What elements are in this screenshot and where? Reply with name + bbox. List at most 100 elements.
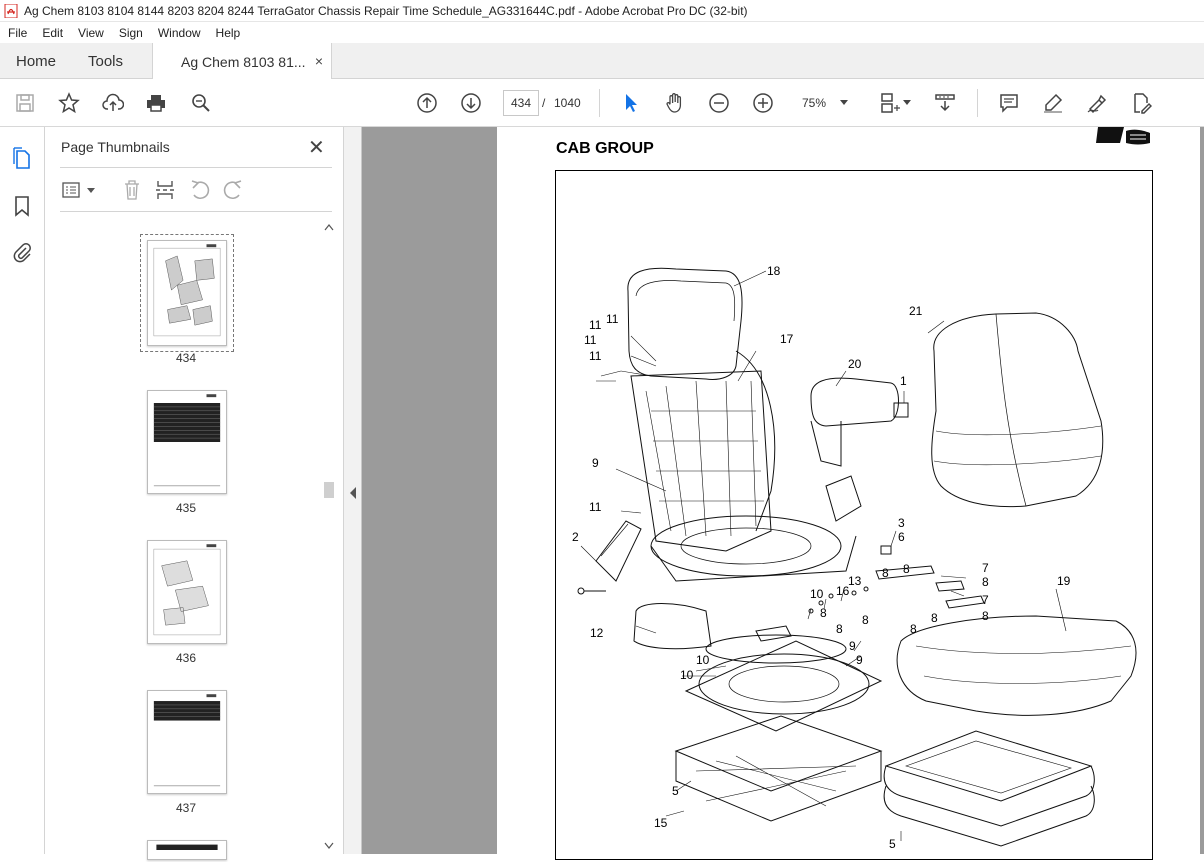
thumbnails-scrollbar-thumb[interactable] xyxy=(324,482,334,498)
tab-document[interactable]: Ag Chem 8103 81... × xyxy=(152,43,332,80)
tab-home[interactable]: Home xyxy=(16,43,56,79)
callout-10: 10 xyxy=(810,587,824,601)
callout-8: 8 xyxy=(836,622,843,636)
attachment-paperclip-icon[interactable] xyxy=(11,241,33,263)
bookmark-star-icon[interactable] xyxy=(55,89,83,117)
zoom-in-icon[interactable] xyxy=(749,89,777,117)
toolbar-divider xyxy=(977,89,978,117)
print-icon[interactable] xyxy=(142,89,170,117)
callout-7: 7 xyxy=(982,593,989,607)
previous-page-icon[interactable] xyxy=(413,89,441,117)
insert-page-icon[interactable] xyxy=(154,179,176,201)
thumbnail-table-page xyxy=(153,394,221,487)
thumbnail-page-number: 436 xyxy=(175,651,197,665)
scroll-down-icon[interactable] xyxy=(324,842,334,850)
next-page-icon[interactable] xyxy=(457,89,485,117)
callout-16: 16 xyxy=(836,584,850,598)
callout-11: 11 xyxy=(589,349,602,363)
draw-sign-icon[interactable] xyxy=(1083,89,1111,117)
seat-exploded-diagram xyxy=(577,267,1137,847)
menu-help[interactable]: Help xyxy=(208,26,248,40)
page-thumbnail-436[interactable] xyxy=(147,540,227,644)
callout-15: 15 xyxy=(654,816,668,830)
callout-6: 6 xyxy=(898,530,905,544)
section-title: CAB GROUP xyxy=(556,140,654,157)
panel-title: Page Thumbnails xyxy=(61,139,170,155)
rotate-clockwise-icon[interactable] xyxy=(222,179,244,201)
toolbar-divider xyxy=(599,89,600,117)
page-thumbnail-partial[interactable] xyxy=(147,840,227,860)
page-thumbnails-icon[interactable] xyxy=(11,147,33,171)
callout-19: 19 xyxy=(1057,574,1071,588)
callout-2: 2 xyxy=(572,530,579,544)
tab-close-button[interactable]: × xyxy=(315,53,323,69)
callout-10: 10 xyxy=(696,653,710,667)
comment-icon[interactable] xyxy=(995,89,1023,117)
callout-3: 3 xyxy=(898,516,905,530)
page-separator: / xyxy=(542,96,546,110)
thumbnail-options-menu-icon[interactable] xyxy=(62,180,98,200)
callout-11: 11 xyxy=(589,500,602,514)
tab-document-label: Ag Chem 8103 81... xyxy=(181,53,306,70)
page-thumbnail-437[interactable] xyxy=(147,690,227,794)
collapse-arrow-icon[interactable] xyxy=(349,487,357,499)
callout-7: 7 xyxy=(982,561,989,575)
zoom-level-dropdown[interactable]: 75% xyxy=(794,90,856,116)
thumbnail-table-page xyxy=(153,694,221,787)
close-icon[interactable]: ✕ xyxy=(308,135,325,160)
panel-divider xyxy=(60,167,332,168)
callout-18: 18 xyxy=(767,264,781,278)
callout-8: 8 xyxy=(903,562,910,576)
callout-8: 8 xyxy=(820,606,827,620)
toolbar xyxy=(0,79,1204,127)
callout-1: 1 xyxy=(900,374,907,388)
thumbnail-page-number: 437 xyxy=(175,801,197,815)
menu-sign[interactable]: Sign xyxy=(111,26,150,40)
page-number-input[interactable]: 434 xyxy=(503,90,539,116)
total-pages: 1040 xyxy=(554,96,581,110)
callout-9: 9 xyxy=(592,456,599,470)
menu-file[interactable]: File xyxy=(0,26,34,40)
fit-page-icon[interactable] xyxy=(876,89,904,117)
window-title: Ag Chem 8103 8104 8144 8203 8204 8244 Te… xyxy=(24,3,748,18)
callout-20: 20 xyxy=(848,357,862,371)
tab-bar: Home Tools Ag Chem 8103 81... × xyxy=(0,43,1204,80)
callout-8: 8 xyxy=(882,566,889,580)
zoom-out-icon[interactable] xyxy=(705,89,733,117)
rotate-counterclockwise-icon[interactable] xyxy=(189,179,211,201)
delete-page-icon[interactable] xyxy=(122,179,142,201)
panel-collapse-bar[interactable] xyxy=(344,127,362,854)
page-thumbnail-434[interactable] xyxy=(147,240,227,346)
menu-edit[interactable]: Edit xyxy=(34,26,70,40)
acrobat-pdf-icon xyxy=(4,3,18,18)
zoom-search-icon[interactable] xyxy=(187,89,215,117)
page-thumbnails-panel: Page Thumbnails ✕ 434 435 436 437 xyxy=(46,127,344,860)
cloud-upload-icon[interactable] xyxy=(99,89,127,117)
chevron-down-icon xyxy=(840,100,848,105)
panel-divider xyxy=(60,211,332,212)
callout-11: 11 xyxy=(606,312,619,326)
thumbnail-page-number: 435 xyxy=(175,501,197,515)
thumbnail-seat-diagram xyxy=(153,244,221,337)
menu-view[interactable]: View xyxy=(70,26,111,40)
scroll-up-icon[interactable] xyxy=(324,223,334,231)
bookmarks-icon[interactable] xyxy=(13,195,31,217)
save-icon[interactable] xyxy=(11,89,39,117)
select-cursor-icon[interactable] xyxy=(617,89,645,117)
callout-8: 8 xyxy=(862,613,869,627)
callout-8: 8 xyxy=(931,611,938,625)
thumbnail-partial-content xyxy=(156,844,218,850)
title-bar: Ag Chem 8103 8104 8144 8203 8204 8244 Te… xyxy=(0,0,1204,22)
callout-5: 5 xyxy=(672,784,679,798)
highlight-pen-icon[interactable] xyxy=(1039,89,1067,117)
thumbnail-diagram-page xyxy=(153,544,221,636)
menu-window[interactable]: Window xyxy=(150,26,208,40)
scroll-mode-icon[interactable] xyxy=(931,89,959,117)
page-thumbnail-435[interactable] xyxy=(147,390,227,494)
tab-tools[interactable]: Tools xyxy=(88,43,123,79)
chevron-down-icon[interactable] xyxy=(903,100,911,106)
callout-5: 5 xyxy=(889,837,896,851)
hand-tool-icon[interactable] xyxy=(661,89,689,117)
callout-11: 11 xyxy=(584,333,597,347)
edit-document-icon[interactable] xyxy=(1127,89,1155,117)
